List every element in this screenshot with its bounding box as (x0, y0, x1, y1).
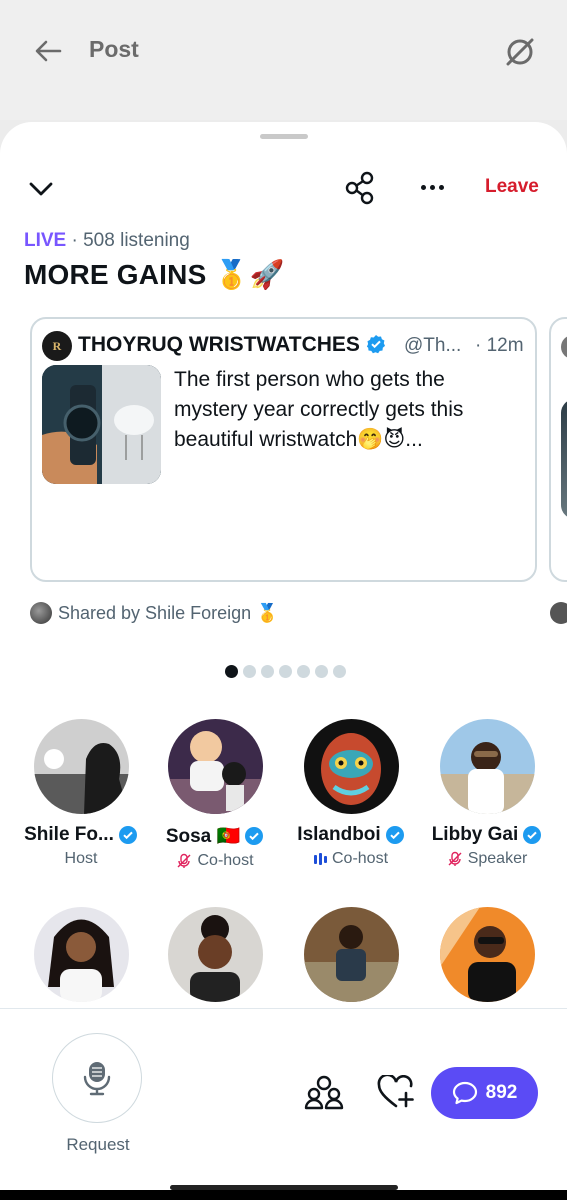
page-title: Post (89, 36, 139, 62)
avatar[interactable] (303, 907, 399, 1002)
shared-by: Shared by Shile Foreign 🥇 (30, 602, 279, 624)
more-options-icon[interactable] (414, 172, 450, 202)
sharer-avatar (30, 602, 52, 624)
listening-count: · 508 listening (66, 230, 190, 251)
back-arrow-icon[interactable] (30, 34, 66, 68)
carousel-dot[interactable] (261, 665, 274, 678)
microphone-icon (83, 1062, 111, 1096)
participant-host[interactable]: Shile Fo... Host (13, 719, 149, 868)
avatar[interactable] (439, 907, 535, 1002)
carousel-dot-active[interactable] (225, 665, 238, 678)
chat-count: 892 (485, 1082, 518, 1103)
verified-icon (118, 826, 137, 844)
avatar[interactable] (167, 907, 263, 1002)
participant-cohost-2[interactable]: Islandboi Co-host (283, 719, 419, 868)
space-controls: Request 892 (0, 1008, 567, 1200)
share-icon[interactable] (340, 170, 380, 206)
carousel-dot[interactable] (243, 665, 256, 678)
space-sheet: Leave LIVE · 508 listening MORE GAINS 🥇🚀… (0, 122, 567, 1200)
participant-role: Co-host (197, 852, 254, 869)
author-name-row: THOYRUQ WRISTWATCHES (78, 333, 386, 357)
avatar[interactable] (33, 907, 129, 1002)
carousel-dot[interactable] (297, 665, 310, 678)
next-card-peek[interactable] (549, 317, 567, 582)
post-image[interactable] (42, 365, 161, 484)
mic-off-icon (177, 853, 191, 868)
verified-icon (366, 335, 385, 354)
chat-bubble-icon (452, 1081, 477, 1105)
participant-role: Host (64, 850, 98, 867)
author-name: THOYRUQ WRISTWATCHES (78, 333, 360, 356)
participant-name: Shile Fo... (24, 824, 114, 845)
carousel-dots[interactable] (225, 665, 346, 678)
verified-icon (523, 826, 542, 844)
participant-role-row: Co-host (147, 852, 283, 870)
participant-role: Speaker (467, 850, 528, 867)
chat-button[interactable]: 892 (431, 1067, 538, 1119)
avatar[interactable] (303, 719, 399, 814)
request-button[interactable] (52, 1033, 142, 1123)
avatar[interactable] (167, 719, 263, 814)
author-handle: @Th... (404, 335, 462, 356)
system-nav-edge (0, 1190, 567, 1200)
participant-listener[interactable] (147, 907, 283, 1002)
verified-icon (245, 827, 264, 845)
participant-role: Co-host (331, 850, 389, 867)
participant-role-row: Speaker (419, 850, 555, 868)
heart-plus-icon[interactable] (376, 1073, 416, 1111)
participant-name: Islandboi (297, 824, 381, 845)
verified-icon (385, 826, 404, 844)
participant-name-row: Sosa 🇵🇹 (147, 824, 283, 848)
peek-avatar (561, 335, 567, 359)
no-grok-icon[interactable] (500, 32, 540, 72)
participant-name-row: Islandboi (283, 824, 419, 846)
post-text: The first person who gets the mystery ye… (174, 368, 464, 451)
participant-name: Libby Gai (431, 824, 519, 845)
participant-cohost-1[interactable]: Sosa 🇵🇹 Co-host (147, 719, 283, 870)
carousel-dot[interactable] (279, 665, 292, 678)
post-time: · 12m (475, 335, 524, 356)
sheet-grabber[interactable] (260, 134, 308, 139)
request-label: Request (66, 1135, 130, 1154)
space-toolbar: Leave (0, 162, 567, 214)
pinned-post-card[interactable]: R THOYRUQ WRISTWATCHES @Th... · 12m The … (30, 317, 537, 582)
speaking-bars-icon (313, 853, 327, 865)
participant-listener[interactable] (419, 907, 555, 1002)
participant-listener[interactable] (283, 907, 419, 1002)
participant-listener[interactable] (13, 907, 149, 1002)
shared-by-label: Shared by Shile Foreign 🥇 (58, 602, 279, 623)
carousel-dot[interactable] (333, 665, 346, 678)
space-title: MORE GAINS 🥇🚀 (24, 259, 285, 290)
avatar[interactable] (33, 719, 129, 814)
avatar[interactable] (439, 719, 535, 814)
live-status: LIVE · 508 listening (24, 230, 190, 252)
leave-button[interactable]: Leave (485, 176, 539, 198)
chevron-down-icon[interactable] (24, 174, 58, 204)
participant-speaker[interactable]: Libby Gai Speaker (419, 719, 555, 868)
author-avatar[interactable]: R (42, 331, 72, 361)
participant-name-row: Shile Fo... (13, 824, 149, 846)
carousel-dot[interactable] (315, 665, 328, 678)
mic-off-icon (448, 851, 462, 866)
people-icon[interactable] (304, 1075, 344, 1111)
live-badge: LIVE (24, 230, 67, 251)
peek-image (561, 399, 567, 519)
next-sharer-avatar (550, 602, 567, 624)
post-header: Post (0, 0, 567, 120)
participant-name: Sosa 🇵🇹 (165, 826, 241, 847)
participant-name-row: Libby Gai (419, 824, 555, 846)
participant-role-row: Co-host (283, 850, 419, 868)
